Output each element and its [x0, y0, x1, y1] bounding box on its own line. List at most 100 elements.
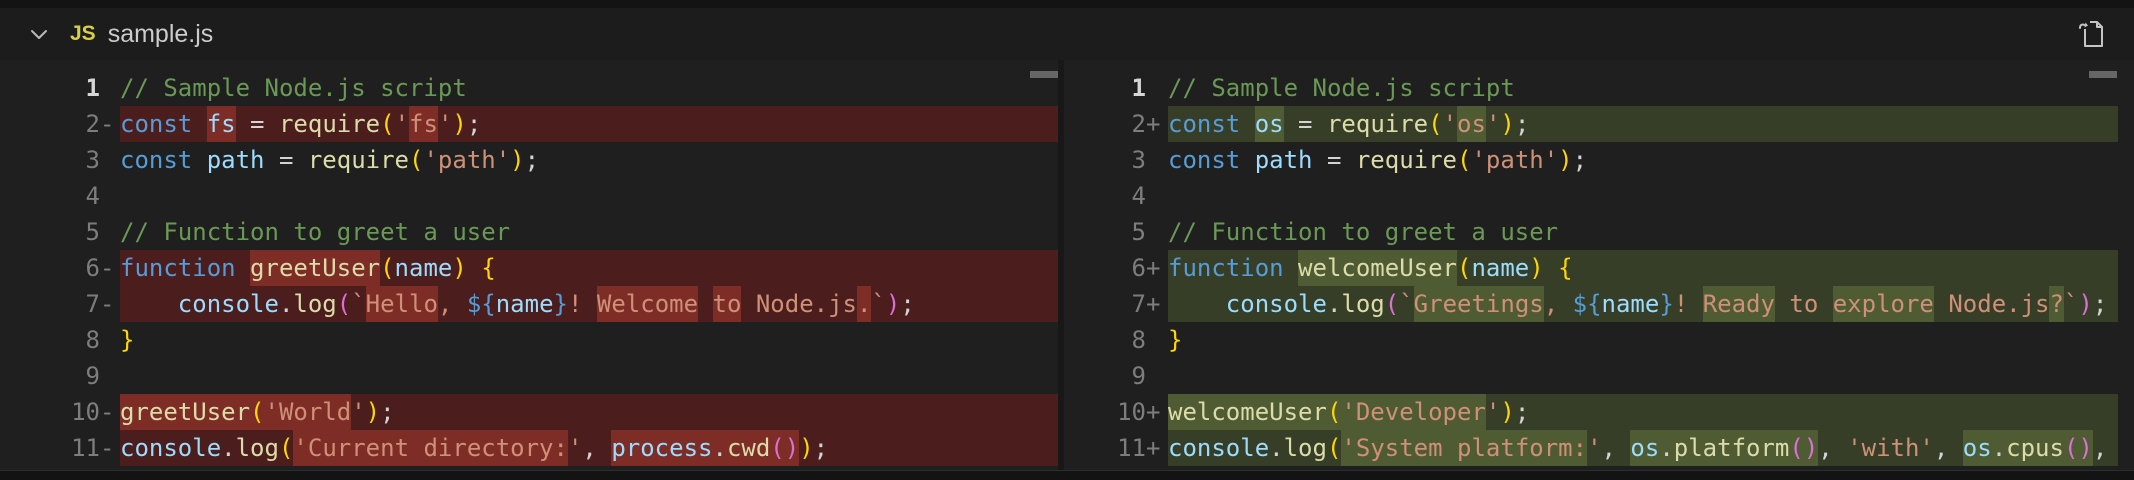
- code-content[interactable]: [1168, 178, 2118, 214]
- token: (: [380, 106, 394, 142]
- token: ): [2078, 286, 2092, 322]
- code-line[interactable]: 9: [1064, 358, 2134, 394]
- line-number: 1: [1064, 70, 1146, 106]
- token: ;: [814, 430, 828, 466]
- code-line[interactable]: 10-greetUser('World');: [0, 394, 1058, 430]
- right-scrollbar-slider[interactable]: [2089, 71, 2117, 78]
- left-scrollbar-slider[interactable]: [1030, 71, 1058, 78]
- token: 'System platform:: [1341, 430, 1587, 466]
- diff-header-bar: JS sample.js: [0, 8, 2134, 60]
- code-line[interactable]: 6-function greetUser(name) {: [0, 250, 1058, 286]
- code-content[interactable]: console.log(`Greetings, ${name}! Ready t…: [1168, 286, 2118, 322]
- code-content[interactable]: const os = require('os');: [1168, 106, 2118, 142]
- token: ;: [1515, 106, 1529, 142]
- code-line[interactable]: 2-const fs = require('fs');: [0, 106, 1058, 142]
- code-line[interactable]: 4: [0, 178, 1058, 214]
- token: (: [1327, 394, 1341, 430]
- code-line[interactable]: 5// Function to greet a user: [0, 214, 1058, 250]
- code-content[interactable]: const fs = require('fs');: [120, 106, 1058, 142]
- token: log: [236, 430, 279, 466]
- token: (: [380, 250, 394, 286]
- token: ;: [2093, 286, 2107, 322]
- code-content[interactable]: }: [120, 322, 1058, 358]
- token: function: [120, 250, 236, 286]
- line-number: 3: [1064, 142, 1146, 178]
- token: require: [279, 106, 380, 142]
- token: (: [1385, 286, 1399, 322]
- diff-sign: -: [100, 394, 120, 430]
- code-content[interactable]: console.log(`Hello, ${name}! Welcome to …: [120, 286, 1058, 322]
- code-line[interactable]: 8}: [0, 322, 1058, 358]
- token: ': [1486, 394, 1500, 430]
- diff-sign: [1146, 214, 1168, 250]
- code-line[interactable]: 3 const path = require('path');: [1064, 142, 2134, 178]
- token: Node.js: [741, 286, 857, 322]
- code-content[interactable]: const path = require('path');: [120, 142, 1058, 178]
- token: Node.js: [1934, 286, 2050, 322]
- token: !: [568, 286, 597, 322]
- token: =: [236, 106, 279, 142]
- token: .: [857, 286, 871, 322]
- token: [192, 142, 206, 178]
- diff-sign: [1146, 70, 1168, 106]
- token: (: [2064, 430, 2078, 466]
- code-content[interactable]: greetUser('World');: [120, 394, 1058, 430]
- code-content[interactable]: console.log('System platform:', os.platf…: [1168, 430, 2118, 466]
- code-content[interactable]: [120, 178, 1058, 214]
- token: ,: [1544, 286, 1573, 322]
- line-number: 2: [1064, 106, 1146, 142]
- chevron-down-icon[interactable]: [26, 21, 52, 47]
- token: welcomeUser: [1168, 394, 1327, 430]
- code-content[interactable]: // Function to greet a user: [1168, 214, 2118, 250]
- code-line[interactable]: 9: [0, 358, 1058, 394]
- code-line[interactable]: 4: [1064, 178, 2134, 214]
- code-content[interactable]: [1168, 358, 2118, 394]
- code-content[interactable]: // Function to greet a user: [120, 214, 1058, 250]
- diff-sign: +: [1146, 394, 1168, 430]
- file-title[interactable]: sample.js: [108, 20, 214, 49]
- token: }: [554, 286, 568, 322]
- token: (: [1428, 106, 1442, 142]
- code-line[interactable]: 3const path = require('path');: [0, 142, 1058, 178]
- code-content[interactable]: const path = require('path');: [1168, 142, 2118, 178]
- diff-sign: -: [100, 250, 120, 286]
- token: log: [1284, 430, 1327, 466]
- token: cwd: [727, 430, 770, 466]
- diff-sign: +: [1146, 430, 1168, 466]
- go-to-file-icon[interactable]: [2072, 14, 2112, 54]
- token: path: [1255, 142, 1313, 178]
- diff-sign: [1146, 142, 1168, 178]
- code-content[interactable]: welcomeUser('Developer');: [1168, 394, 2118, 430]
- code-line[interactable]: 5// Function to greet a user: [1064, 214, 2134, 250]
- token: const: [1168, 142, 1240, 178]
- diff-sign: [100, 142, 120, 178]
- code-line[interactable]: 7+ console.log(`Greetings, ${name}! Read…: [1064, 286, 2134, 322]
- code-content[interactable]: console.log('Current directory:', proces…: [120, 430, 1058, 466]
- code-content[interactable]: function greetUser(name) {: [120, 250, 1058, 286]
- code-line[interactable]: 2+const os = require('os');: [1064, 106, 2134, 142]
- token: 'World: [265, 394, 352, 430]
- code-line[interactable]: 1// Sample Node.js script: [0, 70, 1058, 106]
- code-line[interactable]: 10+welcomeUser('Developer');: [1064, 394, 2134, 430]
- code-content[interactable]: [120, 358, 1058, 394]
- code-line[interactable]: 1 // Sample Node.js script: [1064, 70, 2134, 106]
- token: ;: [1573, 142, 1587, 178]
- code-content[interactable]: // Sample Node.js script: [1168, 70, 2118, 106]
- diff-sign: [1146, 322, 1168, 358]
- code-content[interactable]: }: [1168, 322, 2118, 358]
- line-number: 11: [0, 430, 100, 466]
- code-content[interactable]: function welcomeUser(name) {: [1168, 250, 2118, 286]
- code-line[interactable]: 6+function welcomeUser(name) {: [1064, 250, 2134, 286]
- token: [1168, 286, 1226, 322]
- code-line[interactable]: 11-console.log('Current directory:', pro…: [0, 430, 1058, 466]
- diff-sign: [100, 70, 120, 106]
- token: ): [1529, 250, 1543, 286]
- code-content[interactable]: // Sample Node.js script: [120, 70, 1058, 106]
- code-line[interactable]: 7- console.log(`Hello, ${name}! Welcome …: [0, 286, 1058, 322]
- code-line[interactable]: 8}: [1064, 322, 2134, 358]
- line-number: 7: [1064, 286, 1146, 322]
- diff-sign: [100, 358, 120, 394]
- token: ;: [525, 142, 539, 178]
- token: require: [1327, 106, 1428, 142]
- code-line[interactable]: 11+console.log('System platform:', os.pl…: [1064, 430, 2134, 466]
